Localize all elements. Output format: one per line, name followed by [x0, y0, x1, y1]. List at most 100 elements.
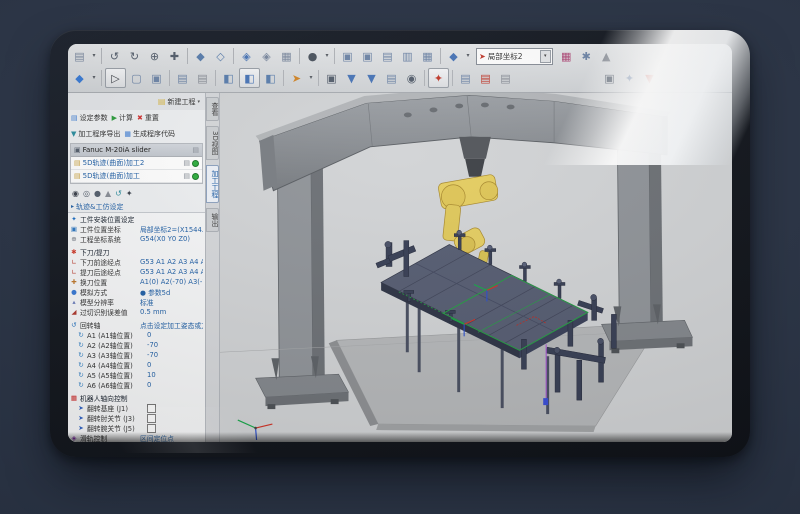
job-row[interactable]: ▤ 5D轨迹(曲面)加工 ▤ [71, 170, 202, 183]
toolbar-icon[interactable]: ▲ [597, 47, 616, 65]
action-button[interactable]: ▤ 设定参数 [71, 113, 108, 123]
panel-mini-icon[interactable]: ↺ [115, 189, 122, 198]
toolbar-icon[interactable]: ▤ [70, 47, 89, 65]
tree-row[interactable]: ↺ 回转轴 点击设定加工姿态或刀轴角度 [70, 320, 203, 330]
toolbar-icon[interactable]: ◆ [191, 47, 210, 65]
toolbar-icon[interactable]: ◧ [219, 69, 238, 87]
coordinate-system-combo[interactable]: ➤ 局部坐标2 ▾ [476, 48, 553, 65]
toolbar-icon[interactable]: ◈ [257, 47, 276, 65]
tree-row[interactable]: ◈ 滑轨控制 区间定位点 [70, 433, 203, 442]
panel-tab[interactable]: 加工工程 [206, 165, 219, 203]
toolbar-icon[interactable]: ▤ [456, 69, 475, 87]
toolbar-icon[interactable]: ✦ [428, 68, 449, 88]
toolbar-icon[interactable] [318, 70, 319, 86]
toolbar-icon[interactable]: ▦ [557, 47, 576, 65]
panel-mini-icon[interactable]: ✦ [126, 189, 133, 198]
toolbar-icon[interactable]: ▤ [193, 69, 212, 87]
tree-row[interactable]: ▣ 工件位置坐标 局部坐标2=(X1544.582 [70, 224, 203, 234]
toolbar-icon[interactable]: ↺ [105, 47, 124, 65]
panel-mini-icon[interactable]: ▲ [105, 189, 111, 198]
tree-row[interactable]: ➤ 翻转基座 (J1) [70, 403, 203, 413]
toolbar-icon[interactable] [101, 48, 102, 64]
toolbar-icon[interactable] [440, 48, 441, 64]
toolbar-icon[interactable]: ▣ [147, 69, 166, 87]
toolbar-icon[interactable]: ▼ [362, 69, 381, 87]
toolbar-icon[interactable]: ▦ [277, 47, 296, 65]
tree-row[interactable]: ● 模拟方式 ● 参数5d [70, 287, 203, 297]
panel-tab[interactable]: 查看 [206, 97, 219, 121]
toolbar-icon[interactable]: ▤ [378, 47, 397, 65]
toolbar-icon[interactable]: ➤ [287, 69, 306, 87]
combo-dropdown-button[interactable]: ▾ [540, 50, 551, 63]
toolbar-icon[interactable]: ◇ [211, 47, 230, 65]
toolbar-icon[interactable]: ◉ [402, 69, 421, 87]
toolbar-icon[interactable]: ▣ [358, 47, 377, 65]
toolbar-icon[interactable]: ● [303, 47, 322, 65]
toolbar-icon[interactable] [283, 70, 284, 86]
toolbar-icon[interactable] [334, 48, 335, 64]
toolbar-icon[interactable]: ▾ [464, 47, 472, 65]
toolbar-icon[interactable]: ▾ [307, 69, 315, 87]
toolbar-icon[interactable]: ↻ [125, 47, 144, 65]
tree-row[interactable]: ∟ 提刀后途经点 G53 A1 A2 A3 A4 A5 A [70, 267, 203, 277]
toolbar-icon[interactable] [424, 70, 425, 86]
tree-row[interactable]: ↻ A6 (A6轴位置) 0 [70, 380, 203, 390]
3d-viewport[interactable] [220, 93, 732, 442]
toolbar-icon[interactable]: ▼ [640, 69, 659, 87]
toolbar-icon[interactable]: ◧ [239, 68, 260, 88]
tree-row[interactable]: ✱ 下刀/提刀 [70, 247, 203, 257]
toolbar-icon[interactable]: ▾ [323, 47, 331, 65]
toolbar-icon[interactable]: ◆ [444, 47, 463, 65]
toolbar-icon[interactable]: ▤ [382, 69, 401, 87]
toolbar-icon[interactable]: ▼ [342, 69, 361, 87]
toolbar-icon[interactable]: ✦ [620, 69, 639, 87]
toolbar-icon[interactable] [233, 48, 234, 64]
toolbar-icon[interactable]: ◆ [70, 69, 89, 87]
tree-row[interactable]: ∟ 下刀前途经点 G53 A1 A2 A3 A4 A5 A [70, 257, 203, 267]
toolbar-icon[interactable]: ▣ [338, 47, 357, 65]
tree-row[interactable]: ✦ 工件安装位置设定 [70, 214, 203, 224]
tree-row-checkbox[interactable] [147, 414, 156, 423]
panel-mini-icon[interactable]: ◎ [83, 189, 90, 198]
toolbar-icon[interactable]: ⊕ [145, 47, 164, 65]
toolbar-icon[interactable]: ◧ [261, 69, 280, 87]
machine-row[interactable]: ▣ Fanuc M-20iA slider ▤ [71, 144, 202, 157]
tree-row-checkbox[interactable] [147, 424, 156, 433]
toolbar-icon[interactable]: ▤ [173, 69, 192, 87]
toolbar-icon[interactable]: ▤ [476, 69, 495, 87]
action-button[interactable]: ✖ 重置 [137, 113, 159, 123]
new-project-button[interactable]: ▤ 新建工程 ▾ [68, 93, 205, 110]
tree-row[interactable]: ↻ A5 (A5轴位置) 10 [70, 370, 203, 380]
tree-row[interactable]: ➤ 翻转肘关节 (J3) [70, 413, 203, 423]
toolbar-icon[interactable]: ▷ [105, 68, 126, 88]
toolbar-icon[interactable]: ✚ [165, 47, 184, 65]
toolbar-icon[interactable] [187, 48, 188, 64]
panel-mini-icon[interactable]: ● [94, 189, 101, 198]
tree-row[interactable]: ↻ A1 (A1轴位置) 0 [70, 330, 203, 340]
toolbar-icon[interactable] [101, 70, 102, 86]
tree-row[interactable]: ↻ A2 (A2轴位置) -70 [70, 340, 203, 350]
toolbar-icon[interactable]: ◈ [237, 47, 256, 65]
toolbar-icon[interactable]: ▣ [600, 69, 619, 87]
tree-row[interactable]: ◢ 过切识别误差值 0.5 mm [70, 307, 203, 317]
toolbar-icon[interactable] [452, 70, 453, 86]
tree-row[interactable]: ↻ A3 (A3轴位置) -70 [70, 350, 203, 360]
toolbar-icon[interactable]: ▾ [90, 47, 98, 65]
panel-mini-icon[interactable]: ◉ [72, 189, 79, 198]
tree-row[interactable]: ⊕ 工程坐标系统 G54(X0 Y0 Z0) [70, 234, 203, 244]
action-button[interactable]: ▦ 生成程序代码 [124, 129, 175, 139]
toolbar-icon[interactable]: ▢ [127, 69, 146, 87]
job-row[interactable]: ▤ 5D轨迹(曲面)加工2 ▤ [71, 157, 202, 170]
action-button[interactable]: ▶ 计算 [112, 113, 133, 123]
toolbar-icon[interactable]: ▣ [322, 69, 341, 87]
toolbar-icon[interactable]: ▦ [418, 47, 437, 65]
toolbar-icon[interactable] [215, 70, 216, 86]
toolbar-icon[interactable]: ✱ [577, 47, 596, 65]
toolbar-icon[interactable]: ▤ [496, 69, 515, 87]
toolbar-icon[interactable] [299, 48, 300, 64]
tree-row[interactable]: ↻ A4 (A4轴位置) 0 [70, 360, 203, 370]
tree-row[interactable]: ▴ 模型分辨率 标准 [70, 297, 203, 307]
toolbar-icon[interactable]: ▥ [398, 47, 417, 65]
toolbar-icon[interactable]: ▾ [90, 69, 98, 87]
toolbar-icon[interactable] [169, 70, 170, 86]
